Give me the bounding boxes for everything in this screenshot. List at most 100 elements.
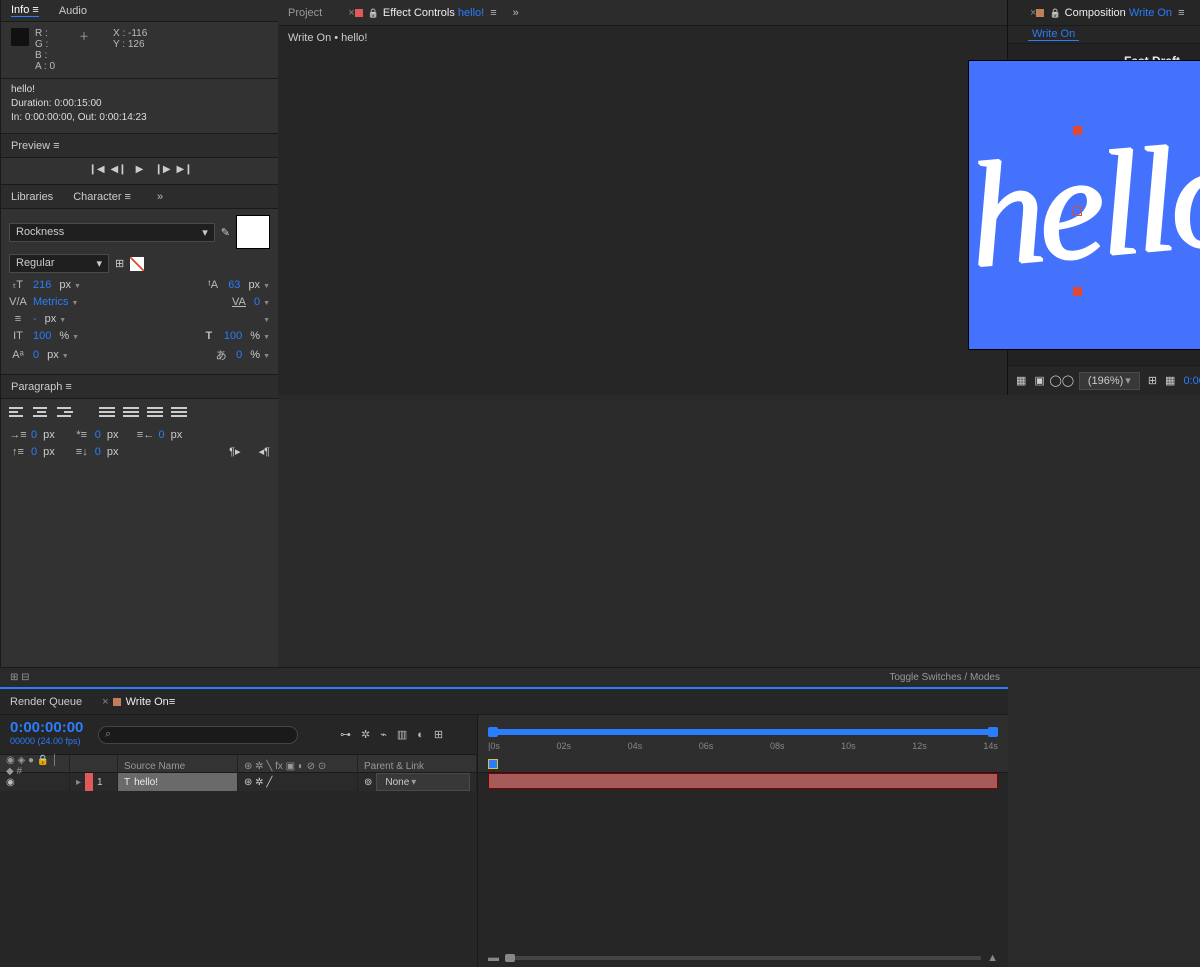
- toggle-switches-label[interactable]: Toggle Switches / Modes: [889, 672, 1000, 683]
- mask-icon[interactable]: ◯◯: [1053, 372, 1071, 390]
- paragraph-head: Paragraph ≡: [1, 375, 278, 399]
- justify-right-icon[interactable]: [147, 407, 163, 421]
- text-direction-ltr-icon[interactable]: ¶▸: [229, 445, 240, 458]
- search-input[interactable]: ⌕: [98, 726, 298, 744]
- character-panel: Rockness▾ ✎ Regular▾ ⊞ ₜT 216px ᵗA 63px …: [1, 209, 278, 375]
- pickwhip-icon[interactable]: ⊚: [364, 777, 372, 788]
- zoom-out-icon[interactable]: ▬: [488, 952, 499, 964]
- hscale-icon: T: [200, 330, 218, 342]
- stroke-style-select[interactable]: [260, 313, 270, 325]
- time-ruler[interactable]: |0s02s04s06s08s10s12s14s: [478, 715, 1008, 773]
- transform-handle[interactable]: [1073, 207, 1082, 216]
- tab-audio[interactable]: Audio: [59, 5, 87, 17]
- frame-blend-icon[interactable]: ▥: [397, 728, 407, 741]
- font-family-select[interactable]: Rockness▾: [9, 223, 215, 242]
- timeline-tracks: |0s02s04s06s08s10s12s14s ▬ ▲: [478, 715, 1008, 967]
- time-display[interactable]: 0:00:00:00: [1183, 375, 1200, 387]
- align-right-icon[interactable]: [57, 407, 73, 421]
- kerning-value[interactable]: Metrics: [33, 296, 78, 308]
- grid-icon[interactable]: ▣: [1034, 372, 1044, 390]
- hide-shy-icon[interactable]: ⌁: [380, 728, 387, 741]
- transform-handle[interactable]: [1073, 287, 1082, 296]
- ruler-ticks: |0s02s04s06s08s10s12s14s: [488, 741, 998, 751]
- playhead[interactable]: [488, 759, 498, 769]
- last-frame-icon[interactable]: ▶❙: [177, 164, 191, 178]
- space-after-icon: ≡↓: [73, 446, 91, 458]
- leading-icon: ᵗA: [204, 279, 222, 291]
- layer-color-swatch: [355, 9, 363, 17]
- layer-duration-bar[interactable]: [488, 773, 998, 789]
- comp-breadcrumb: Write On: [1008, 26, 1200, 44]
- zoom-slider-handle[interactable]: [505, 954, 515, 962]
- stroke-value[interactable]: -: [33, 313, 37, 325]
- tab-character[interactable]: Character ≡: [73, 191, 131, 203]
- zoom-in-icon[interactable]: ▲: [987, 952, 998, 964]
- timecode-display[interactable]: 0:00:00:00 00000 (24.00 fps): [0, 715, 92, 754]
- prev-frame-icon[interactable]: ◀❙: [111, 164, 125, 178]
- baseline-value[interactable]: 0: [33, 349, 39, 361]
- leading-value[interactable]: 63: [228, 279, 240, 291]
- layer-name[interactable]: Thello!: [118, 773, 238, 791]
- lock-icon: [368, 7, 383, 19]
- eye-icon[interactable]: [6, 777, 15, 788]
- next-frame-icon[interactable]: ❙▶: [155, 164, 169, 178]
- toggle-switches-icon[interactable]: ⊞ ⊟: [10, 672, 30, 683]
- first-frame-icon[interactable]: ❙◀: [89, 164, 103, 178]
- work-area-start[interactable]: [488, 727, 498, 737]
- comp-canvas[interactable]: hello: [968, 60, 1200, 350]
- viewer-footer: ▦ ▣ ◯◯ (196%) ⊞ ▦ 0:00:00:00 ◙ Full ▣ ▦ …: [1008, 365, 1200, 395]
- swap-colors-icon[interactable]: ⊞: [115, 257, 124, 270]
- comp-color-swatch: [1036, 9, 1044, 17]
- project-panel: Project × Effect Controls hello! ≡ » Wri…: [278, 0, 1008, 395]
- fill-stroke-swatch[interactable]: [236, 215, 270, 249]
- text-direction-rtl-icon[interactable]: ◂¶: [259, 445, 270, 458]
- parent-select[interactable]: None: [376, 773, 470, 791]
- panel-overflow-icon[interactable]: »: [507, 7, 525, 19]
- info-layer-text: hello! Duration: 0:00:15:00 In: 0:00:00:…: [1, 79, 278, 134]
- label-color[interactable]: [85, 773, 93, 791]
- hello-text-layer[interactable]: hello: [962, 107, 1200, 302]
- lock-icon: [1049, 7, 1064, 19]
- tab-timeline-comp[interactable]: ×Write On ≡: [92, 689, 185, 714]
- comp-mini-flowchart-icon[interactable]: ⊶: [340, 728, 351, 741]
- justify-center-icon[interactable]: [123, 407, 139, 421]
- play-icon[interactable]: ▶: [133, 164, 147, 178]
- layer-switches[interactable]: ⊛ ✲ ╱: [238, 773, 358, 791]
- layer-column-headers: ◉ ◈ ● 🔒 │ ◆ # Source Name ⊛ ✲ ╲ fx ▣ ◐ ⊘…: [0, 755, 477, 773]
- tab-render-queue[interactable]: Render Queue: [10, 696, 82, 708]
- tab-info[interactable]: Info ≡: [11, 4, 39, 17]
- tab-effect-controls[interactable]: × Effect Controls hello! ≡: [332, 0, 506, 25]
- tab-composition[interactable]: × Composition Write On ≡: [1014, 0, 1194, 25]
- hscale-value[interactable]: 100: [224, 330, 242, 342]
- tab-libraries[interactable]: Libraries: [11, 191, 53, 203]
- panel-menu-icon[interactable]: ≡: [490, 7, 496, 19]
- right-panels: Info ≡ Audio R : G : B : A : 0 ＋ X : -11…: [0, 0, 278, 687]
- tsumi-value[interactable]: 0: [236, 349, 242, 361]
- font-size-value[interactable]: 216: [33, 279, 51, 291]
- justify-all-icon[interactable]: [171, 407, 187, 421]
- justify-left-icon[interactable]: [99, 407, 115, 421]
- panel-overflow-icon[interactable]: »: [151, 191, 169, 203]
- always-preview-icon[interactable]: ▦: [1016, 372, 1026, 390]
- panel-menu-icon[interactable]: ≡: [1178, 7, 1184, 19]
- align-center-icon[interactable]: [33, 407, 49, 421]
- motion-blur-icon[interactable]: ◐: [417, 729, 424, 741]
- graph-editor-icon[interactable]: ⊞: [434, 728, 443, 741]
- tracking-value[interactable]: 0: [254, 296, 270, 308]
- timeline-zoom: ▬ ▲: [488, 953, 998, 963]
- font-style-select[interactable]: Regular▾: [9, 254, 109, 273]
- roi-icon[interactable]: ⊞: [1148, 372, 1157, 390]
- align-left-icon[interactable]: [9, 407, 25, 421]
- active-comp-crumb[interactable]: Write On: [1028, 28, 1079, 41]
- work-area-end[interactable]: [988, 727, 998, 737]
- tab-project[interactable]: Project: [278, 0, 332, 25]
- indent-first-icon: *≡: [73, 429, 91, 441]
- transparency-grid-icon[interactable]: ▦: [1165, 372, 1175, 390]
- zoom-select[interactable]: (196%): [1079, 372, 1140, 390]
- draft3d-icon[interactable]: ✲: [361, 728, 370, 741]
- no-fill-icon[interactable]: [130, 257, 144, 271]
- vscale-value[interactable]: 100: [33, 330, 51, 342]
- transform-handle[interactable]: [1073, 126, 1082, 135]
- eyedropper-icon[interactable]: ✎: [221, 226, 230, 239]
- twirl-icon[interactable]: ▸: [76, 777, 81, 788]
